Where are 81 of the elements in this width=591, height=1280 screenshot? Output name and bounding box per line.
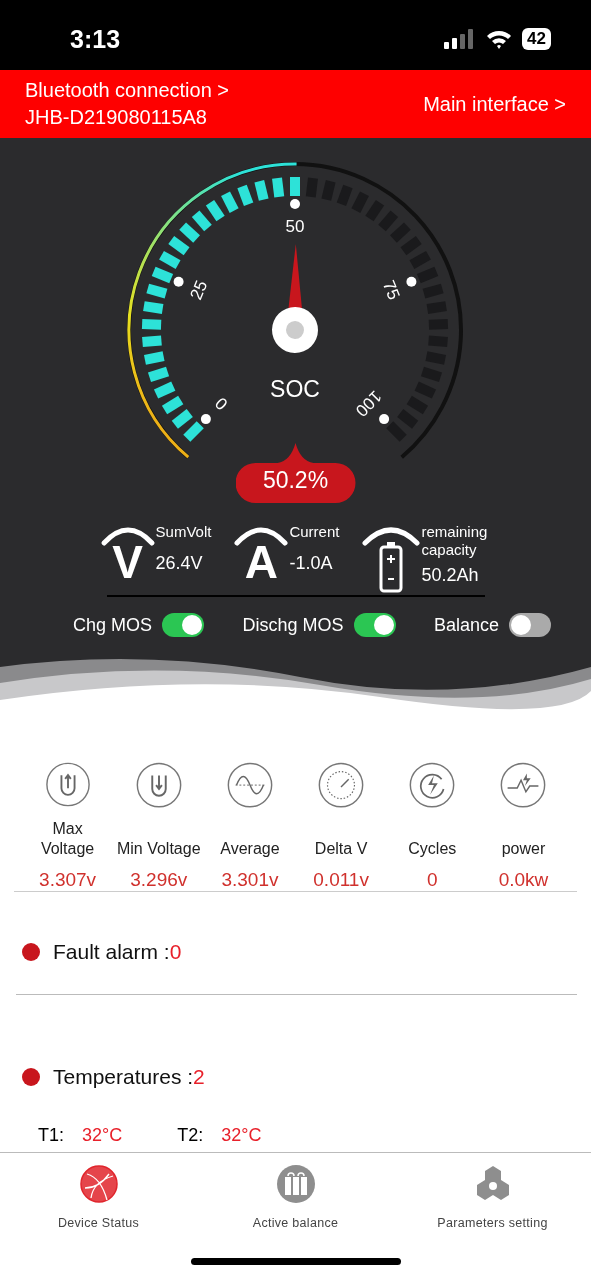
gauge-segment: [143, 351, 165, 365]
gauge-segment: [147, 366, 170, 383]
sensor-value: 32°C: [221, 1125, 262, 1145]
metric-value: 3.296v: [130, 869, 188, 891]
gauge-label: SOC: [270, 376, 320, 402]
tick-dot: [290, 199, 300, 209]
gauge-segment: [159, 250, 181, 269]
tick-dot: [379, 414, 390, 425]
metric-label: Max Voltage: [39, 819, 96, 859]
gauge-segment: [146, 283, 168, 299]
gauge-segment: [143, 301, 164, 314]
nav-tab[interactable]: Active balance: [197, 1163, 394, 1231]
battery-indicator: 42: [522, 28, 551, 50]
globe-network-icon: [78, 1164, 119, 1204]
gauge-segment: [151, 266, 174, 284]
gauge-segment: [179, 222, 200, 243]
gauge-segment: [168, 236, 190, 256]
switch-label: Dischg MOS: [242, 614, 344, 636]
status-dot: [22, 1068, 40, 1086]
gauge-segment: [205, 200, 225, 222]
status-dot: [22, 943, 40, 961]
tick-label: 25: [186, 277, 212, 303]
metric-value: 0.011v: [313, 869, 369, 891]
tick-dot: [200, 414, 211, 425]
status-time: 3:13: [70, 24, 122, 54]
metric-value: 3.307v: [39, 869, 97, 891]
metric-label: Min Voltage: [116, 839, 201, 859]
gauge-segment: [272, 177, 285, 198]
bluetooth-link[interactable]: Bluetooth connection >: [25, 79, 424, 102]
metric-label: power: [501, 839, 546, 859]
section-label: Fault alarm :: [53, 940, 170, 964]
sensor-label: T2:: [177, 1125, 204, 1145]
gauge-segment: [191, 210, 212, 232]
gauge-segment: [183, 421, 204, 442]
metric-label: Cycles: [408, 839, 457, 859]
main-interface-link[interactable]: Main interface >: [423, 92, 566, 116]
section-label: Temperatures :: [53, 1065, 194, 1089]
soc-reading: 50.2%: [235, 443, 356, 503]
switch-label: Chg MOS: [73, 614, 153, 636]
gauge-segment: [171, 409, 193, 429]
device-id: JHB-D219080115A8: [25, 106, 208, 129]
tick-label: 50: [285, 216, 305, 236]
switch-label: Balance: [433, 614, 499, 636]
metric-label: Average: [220, 839, 280, 859]
toggle-switch[interactable]: [162, 613, 205, 637]
metric-value: 3.301v: [221, 869, 279, 891]
reading-value: 26.4V: [155, 553, 204, 574]
section-count: 2: [193, 1065, 205, 1089]
tick-dot: [406, 276, 417, 287]
gauge-segment: [416, 266, 439, 284]
sensor-value: 32°C: [82, 1125, 123, 1145]
gauge-segment: [142, 335, 162, 347]
sensor-label: T1:: [38, 1125, 64, 1145]
tick-label: 100: [351, 386, 386, 421]
reading-value: 50.2Ah: [421, 565, 480, 586]
metric-label: Delta V: [314, 839, 368, 859]
tick-dot: [173, 276, 184, 287]
gauge-segment: [141, 319, 162, 330]
section-count: 0: [169, 940, 182, 964]
wifi-icon: [486, 29, 513, 49]
nav-tab[interactable]: Device Status: [0, 1163, 197, 1231]
reading-value: -1.0A: [289, 553, 334, 574]
gauge-segment: [290, 177, 300, 196]
gauge-segment: [153, 381, 176, 399]
toggle-switch[interactable]: [509, 613, 551, 637]
metric-value: 0: [427, 869, 438, 891]
nav-tab[interactable]: Parameters setting: [394, 1163, 591, 1231]
metric-value: 0.0kw: [498, 869, 549, 891]
gauge-segment: [161, 395, 184, 415]
gauge-segment: [237, 184, 254, 206]
gauge-segment: [254, 180, 269, 201]
unit-symbol: V: [112, 541, 143, 583]
reading-label: Current: [289, 523, 340, 541]
reading-label: SumVolt: [155, 523, 212, 541]
gauge-segment: [221, 191, 239, 213]
toggle-switch[interactable]: [353, 613, 396, 637]
unit-symbol: A: [244, 541, 279, 583]
tick-label: 0: [211, 393, 232, 414]
battery-cells-icon: [275, 1164, 316, 1204]
tick-label: 75: [378, 277, 404, 303]
reading-label: remaining capacity: [421, 523, 489, 559]
